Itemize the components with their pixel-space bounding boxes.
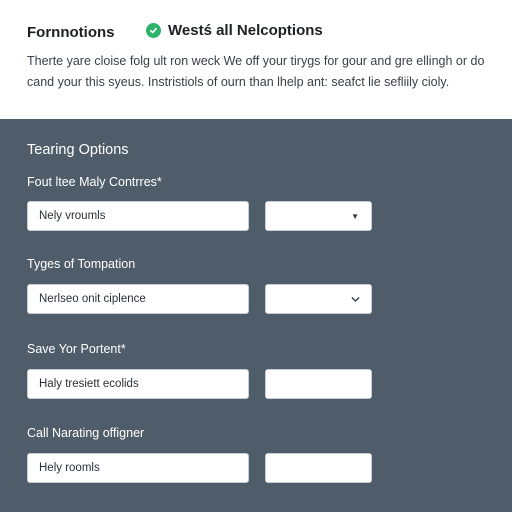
dropdown-select[interactable] bbox=[265, 453, 372, 483]
text-field[interactable]: Nely vroumls bbox=[27, 201, 249, 231]
page-header: Fornnotions Westś all Nelcoptions Therte… bbox=[0, 0, 512, 119]
app-title: Fornnotions bbox=[27, 24, 115, 41]
panel-title: Tearing Options bbox=[27, 142, 129, 158]
dropdown-select[interactable] bbox=[265, 284, 372, 314]
check-circle-icon bbox=[146, 23, 161, 38]
text-field[interactable]: Haly tresiett ecolids bbox=[27, 369, 249, 399]
status-badge: Westś all Nelcoptions bbox=[146, 22, 323, 39]
dropdown-select[interactable] bbox=[265, 369, 372, 399]
options-panel: Tearing Options Fout ltee Maly Contrres*… bbox=[0, 119, 512, 512]
group-label: Save Yor Portent* bbox=[27, 342, 126, 356]
text-field[interactable]: Nerlseo onit ciplence bbox=[27, 284, 249, 314]
group-label: Fout ltee Maly Contrres* bbox=[27, 175, 162, 189]
group-label: Tyges of Tompation bbox=[27, 257, 136, 271]
description-line: cand your this syeus. Instristiols of ou… bbox=[27, 75, 450, 89]
badge-label: Westś all Nelcoptions bbox=[168, 22, 323, 39]
description: Therte yare cloise folg ult ron weck We … bbox=[27, 51, 497, 93]
text-field[interactable]: Hely roomls bbox=[27, 453, 249, 483]
group-label: Call Narating offigner bbox=[27, 426, 145, 440]
dropdown-select[interactable]: ▼ bbox=[265, 201, 372, 231]
description-line: Therte yare cloise folg ult ron weck We … bbox=[27, 54, 485, 68]
chevron-down-icon bbox=[351, 297, 360, 302]
small-caret-icon: ▼ bbox=[351, 212, 359, 221]
